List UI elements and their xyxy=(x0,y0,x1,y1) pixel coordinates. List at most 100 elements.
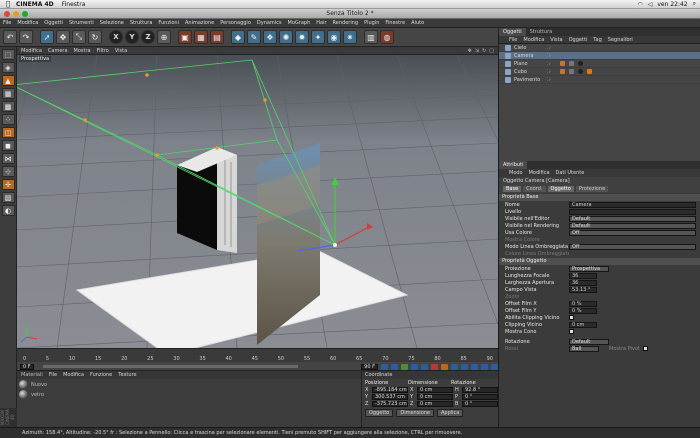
am-menu-dati-utente[interactable]: Dati Utente xyxy=(556,170,585,176)
material-menu-texture[interactable]: Texture xyxy=(118,372,136,378)
live-select-icon[interactable]: ➚ xyxy=(40,30,54,44)
show-cone-checkbox[interactable] xyxy=(569,329,574,334)
rotation-mode-dropdown[interactable]: Default xyxy=(569,338,609,345)
point-mode-icon[interactable]: ⁘ xyxy=(1,114,15,125)
material-icon[interactable]: ◍ xyxy=(380,30,394,44)
render-view-icon[interactable]: ▣ xyxy=(178,30,192,44)
end-frame-field[interactable]: 90 F xyxy=(361,363,378,370)
size-z-field[interactable]: 0 cm xyxy=(417,401,453,407)
warning-tag-icon[interactable] xyxy=(587,69,592,74)
phong-tag-icon[interactable] xyxy=(569,61,574,66)
scene-object-icon[interactable]: ✦ xyxy=(311,30,325,44)
om-menu-segnalibri[interactable]: Segnalibri xyxy=(608,37,633,43)
mac-app-name[interactable]: CINEMA 4D xyxy=(16,1,54,8)
visibility-dots-icon[interactable]: ⁚✓ xyxy=(547,45,557,50)
spline-pen-icon[interactable]: ✎ xyxy=(247,30,261,44)
tab-oggetti[interactable]: Oggetti xyxy=(499,28,526,36)
axis-z-button[interactable]: Z xyxy=(141,30,155,44)
viewport-menu-modifica[interactable]: Modifica xyxy=(21,48,42,54)
texture-tag-icon[interactable] xyxy=(560,69,565,74)
rotation-key-icon[interactable] xyxy=(471,363,478,370)
coordinate-system-icon[interactable]: ⊕ xyxy=(157,30,171,44)
layer-field[interactable] xyxy=(569,208,696,215)
material-preview-icon[interactable] xyxy=(19,380,28,389)
visibility-dots-icon[interactable]: ⁚✓ xyxy=(547,53,557,58)
size-y-field[interactable]: 0 cm xyxy=(417,394,453,400)
wifi-icon[interactable]: ◠ xyxy=(638,1,643,8)
base-properties-header[interactable]: Proprietà Base xyxy=(499,194,700,201)
go-to-start-icon[interactable] xyxy=(381,363,388,370)
polygon-mode-icon[interactable]: ◼ xyxy=(1,140,15,151)
timeline-settings-icon[interactable] xyxy=(491,363,498,370)
lock-workplane-icon[interactable]: ▨ xyxy=(1,192,15,203)
menu-plugin[interactable]: Plugin xyxy=(364,20,379,26)
cube-primitive-icon[interactable]: ◆ xyxy=(231,30,245,44)
rossi-dropdown[interactable]: Ball xyxy=(569,345,599,352)
apply-button[interactable]: Applica xyxy=(437,409,464,417)
position-key-icon[interactable] xyxy=(461,363,468,370)
texture-tag-icon[interactable] xyxy=(560,61,565,66)
menu-aiuto[interactable]: Aiuto xyxy=(411,20,424,26)
close-icon[interactable] xyxy=(4,11,10,17)
om-menu-file[interactable]: File xyxy=(509,37,517,43)
start-frame-field[interactable]: 0 F xyxy=(20,363,34,370)
am-menu-modifica[interactable]: Modifica xyxy=(529,170,550,176)
menu-mograph[interactable]: MoGraph xyxy=(288,20,311,26)
position-z-field[interactable]: -375.723 cm xyxy=(372,401,408,407)
material-item[interactable]: vetro xyxy=(17,389,361,399)
step-forward-icon[interactable] xyxy=(411,363,418,370)
material-menu-file[interactable]: File xyxy=(49,372,57,378)
light-object-icon[interactable]: ✷ xyxy=(343,30,357,44)
material-tag-icon[interactable] xyxy=(578,69,583,74)
undo-icon[interactable]: ↶ xyxy=(3,30,17,44)
rotation-p-field[interactable]: 0 ° xyxy=(462,394,498,400)
deformer-icon[interactable]: ✹ xyxy=(295,30,309,44)
object-name[interactable]: Piano xyxy=(514,61,544,67)
visibility-dots-icon[interactable]: ⁚✓ xyxy=(547,69,557,74)
x-axis-handle[interactable] xyxy=(334,226,370,246)
size-x-field[interactable]: 0 cm xyxy=(417,387,453,393)
use-color-dropdown[interactable]: Off xyxy=(569,229,696,236)
scale-icon[interactable]: ⤡ xyxy=(72,30,86,44)
menu-struttura[interactable]: Struttura xyxy=(130,20,153,26)
om-menu-tag[interactable]: Tag xyxy=(593,37,601,43)
menu-file[interactable]: File xyxy=(3,20,11,26)
volume-icon[interactable]: ◁ xyxy=(648,1,653,8)
visibility-dots-icon[interactable]: ⁚✓ xyxy=(547,61,557,66)
object-name[interactable]: Cubo xyxy=(514,69,544,75)
viewport-menu-mostra[interactable]: Mostra xyxy=(74,48,91,54)
rotation-b-field[interactable]: 0 ° xyxy=(462,401,498,407)
render-settings-icon[interactable]: ▤ xyxy=(210,30,224,44)
viewport-menu-camera[interactable]: Camera xyxy=(48,48,68,54)
tab-attributi[interactable]: Attributi xyxy=(499,161,528,169)
record-icon[interactable] xyxy=(431,363,438,370)
edge-mode-icon[interactable]: ◫ xyxy=(1,127,15,138)
timeline-ruler[interactable]: 0 5 10 15 20 25 30 35 40 45 50 55 60 65 … xyxy=(23,351,493,362)
autokey-icon[interactable] xyxy=(441,363,448,370)
white-plane[interactable] xyxy=(75,249,409,348)
material-menu-funzione[interactable]: Funzione xyxy=(90,372,112,378)
rotate-icon[interactable]: ↻ xyxy=(88,30,102,44)
projection-dropdown[interactable]: Prospettiva xyxy=(569,265,609,272)
make-editable-icon[interactable]: ⬚ xyxy=(1,49,15,60)
menu-funzioni[interactable]: Funzioni xyxy=(158,20,179,26)
film-offset-x-field[interactable]: 0 % xyxy=(569,300,597,307)
axis-x-button[interactable]: X xyxy=(109,30,123,44)
snap-icon[interactable]: ⋈ xyxy=(1,153,15,164)
object-name[interactable]: Cielo xyxy=(514,45,544,51)
frame-range-slider[interactable] xyxy=(42,365,299,368)
object-name[interactable]: Camera xyxy=(514,53,544,59)
om-menu-vista[interactable]: Vista xyxy=(550,37,562,43)
model-mode-icon[interactable]: ◈ xyxy=(1,62,15,73)
viewport-menu-filtro[interactable]: Filtro xyxy=(97,48,109,54)
maximize-view-icon[interactable]: ▢ xyxy=(489,48,494,54)
apple-icon[interactable]:  xyxy=(0,0,16,8)
object-row[interactable]: Cubo ⁚✓ xyxy=(499,68,700,76)
play-icon[interactable] xyxy=(401,363,408,370)
rotate-view-icon[interactable]: ↻ xyxy=(482,48,486,54)
rotation-h-field[interactable]: 92.8 ° xyxy=(462,387,498,393)
menu-personaggio[interactable]: Personaggio xyxy=(220,20,251,26)
minimize-icon[interactable] xyxy=(13,11,19,17)
film-offset-y-field[interactable]: 0 % xyxy=(569,307,597,314)
menu-rendering[interactable]: Rendering xyxy=(333,20,359,26)
